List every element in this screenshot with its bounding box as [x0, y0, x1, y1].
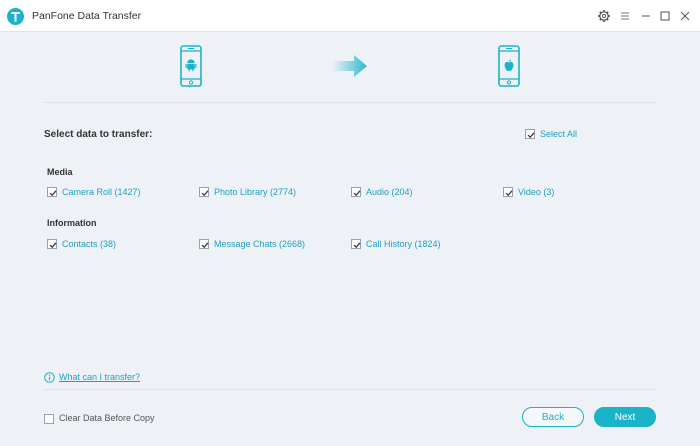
back-button[interactable]: Back — [522, 407, 584, 427]
select-all-label[interactable]: Select All — [540, 129, 577, 139]
next-button[interactable]: Next — [594, 407, 656, 427]
android-phone-icon — [180, 45, 202, 89]
app-title: PanFone Data Transfer — [32, 10, 142, 22]
menu-icon[interactable] — [618, 9, 632, 23]
footer-divider — [44, 389, 656, 390]
photo-library-checkbox[interactable] — [199, 187, 209, 197]
header-divider — [44, 102, 656, 103]
camera-roll-checkbox[interactable] — [47, 187, 57, 197]
media-section-title: Media — [47, 167, 73, 177]
information-section-title: Information — [47, 218, 97, 228]
video-label[interactable]: Video (3) — [518, 187, 554, 197]
photo-library-label[interactable]: Photo Library (2774) — [214, 187, 296, 197]
call-history-label[interactable]: Call History (1824) — [366, 239, 441, 249]
camera-roll-label[interactable]: Camera Roll (1427) — [62, 187, 141, 197]
contacts-label[interactable]: Contacts (38) — [62, 239, 116, 249]
audio-checkbox[interactable] — [351, 187, 361, 197]
message-chats-label[interactable]: Message Chats (2668) — [214, 239, 305, 249]
minimize-icon[interactable] — [639, 9, 653, 23]
video-checkbox[interactable] — [503, 187, 513, 197]
gear-icon[interactable] — [597, 9, 611, 23]
title-bar: PanFone Data Transfer — [0, 0, 700, 32]
select-data-title: Select data to transfer: — [44, 129, 153, 140]
contacts-checkbox[interactable] — [47, 239, 57, 249]
audio-label[interactable]: Audio (204) — [366, 187, 413, 197]
what-can-i-transfer-link[interactable]: What can I transfer? — [59, 372, 140, 382]
clear-data-label[interactable]: Clear Data Before Copy — [59, 413, 155, 423]
message-chats-checkbox[interactable] — [199, 239, 209, 249]
apple-phone-icon — [498, 45, 520, 89]
transfer-arrow-icon — [332, 54, 368, 80]
clear-data-checkbox[interactable] — [44, 414, 54, 424]
app-logo-icon — [7, 8, 24, 25]
close-icon[interactable] — [678, 9, 692, 23]
call-history-checkbox[interactable] — [351, 239, 361, 249]
maximize-icon[interactable] — [658, 9, 672, 23]
select-all-checkbox[interactable] — [525, 129, 535, 139]
info-icon[interactable] — [44, 372, 55, 385]
